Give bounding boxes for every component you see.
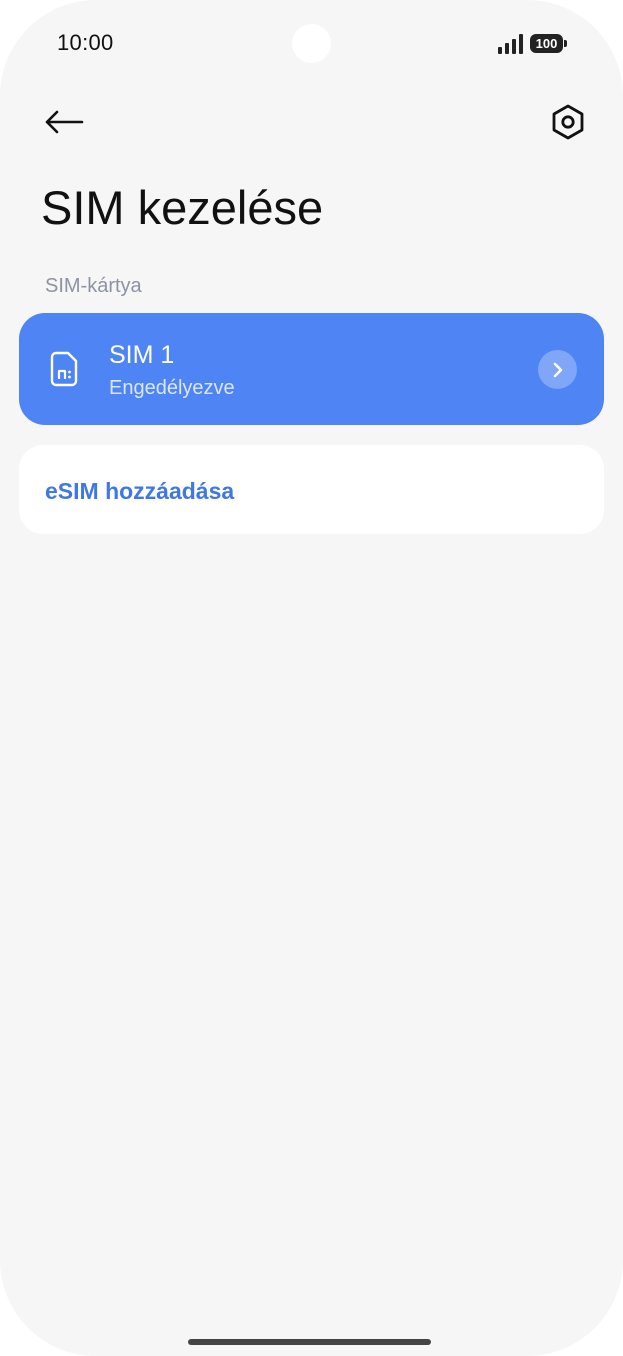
phone-screen: 10:00 100 SIM kezelése SIM-kártya SIM 1 … (0, 0, 623, 1356)
page-title: SIM kezelése (41, 181, 324, 234)
back-button[interactable] (36, 96, 92, 148)
add-esim-label: eSIM hozzáadása (45, 478, 235, 504)
sim-1-status: Engedélyezve (109, 377, 235, 399)
status-bar: 10:00 100 (0, 0, 623, 90)
sim-1-name: SIM 1 (109, 341, 175, 369)
add-esim-button[interactable]: eSIM hozzáadása (19, 445, 604, 534)
arrow-left-icon (45, 110, 84, 134)
battery-level: 100 (530, 34, 563, 53)
hexagon-gear-icon (552, 104, 584, 140)
chevron-right-icon (553, 362, 562, 377)
signal-icon (498, 34, 523, 54)
sim-card-icon (50, 351, 78, 387)
battery-icon: 100 (530, 34, 568, 53)
home-indicator[interactable] (188, 1339, 431, 1345)
settings-button[interactable] (542, 96, 594, 148)
battery-cap (564, 40, 567, 47)
status-time: 10:00 (57, 30, 114, 55)
sim-1-item[interactable]: SIM 1 Engedélyezve (19, 313, 604, 425)
sim-1-open-button[interactable] (538, 350, 577, 389)
camera-cutout (292, 24, 331, 63)
section-label-sim-card: SIM-kártya (45, 275, 142, 297)
